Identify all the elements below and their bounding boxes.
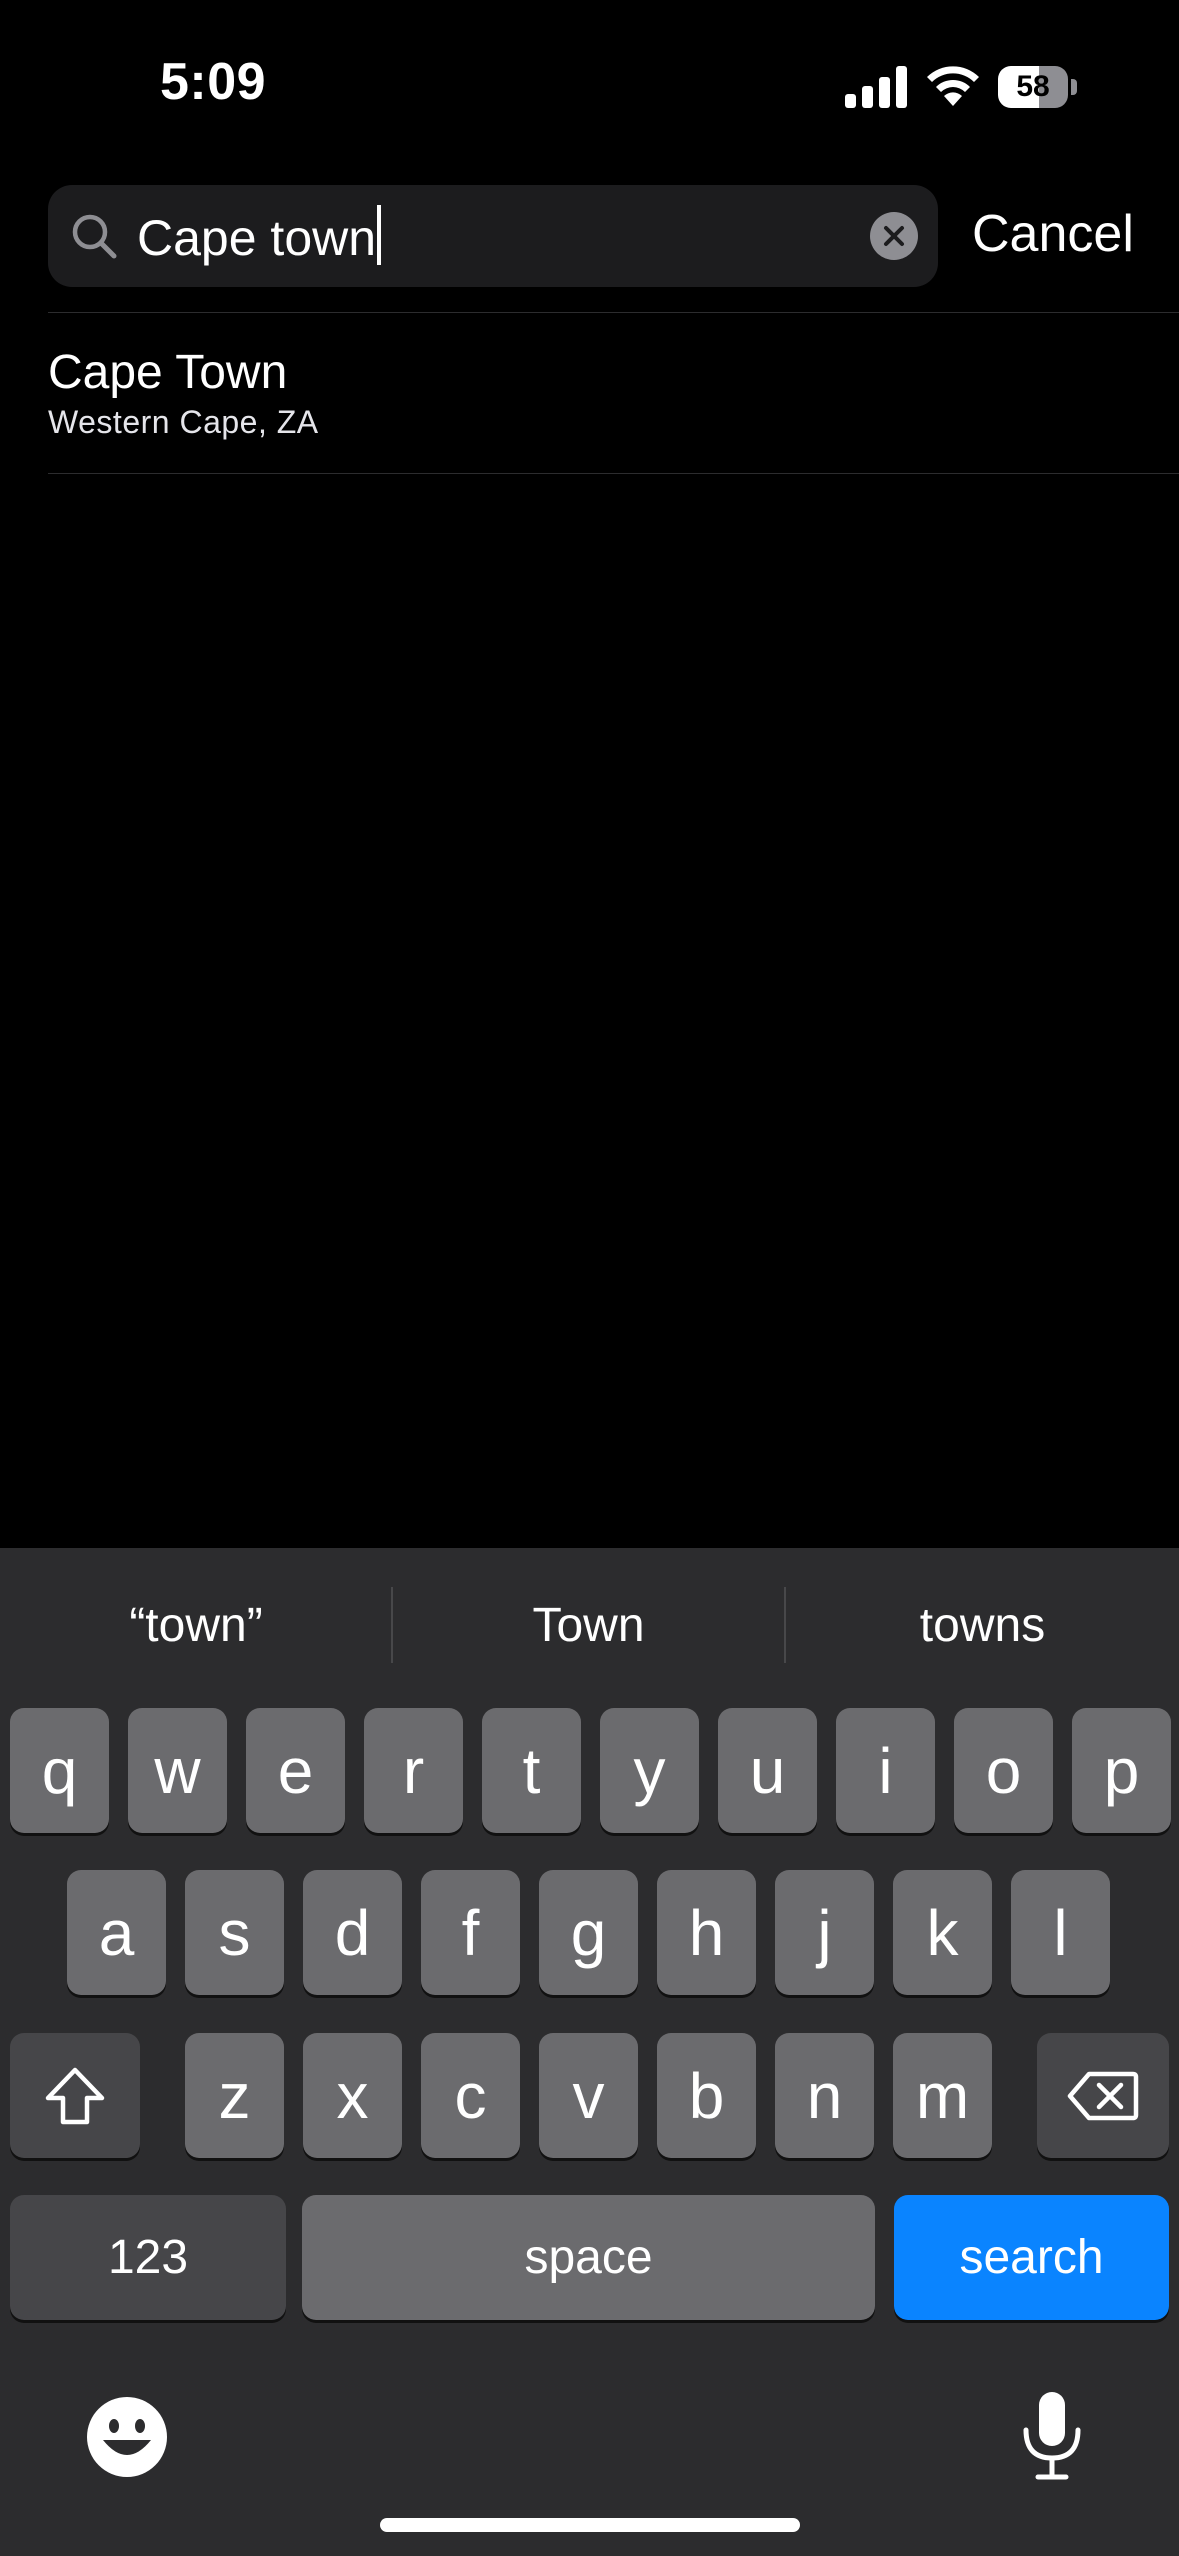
- space-key[interactable]: space: [302, 2195, 875, 2320]
- magnifying-glass-icon: [70, 212, 118, 260]
- shift-arrow-icon: [45, 2067, 105, 2124]
- key-y[interactable]: y: [600, 1708, 699, 1833]
- key-f[interactable]: f: [421, 1870, 520, 1995]
- key-c[interactable]: c: [421, 2033, 520, 2158]
- delete-key[interactable]: [1037, 2033, 1169, 2158]
- key-n[interactable]: n: [775, 2033, 874, 2158]
- prediction-2[interactable]: Town: [393, 1560, 784, 1690]
- text-cursor: [377, 205, 382, 265]
- battery-icon: 58: [998, 66, 1078, 108]
- numbers-key[interactable]: 123: [10, 2195, 286, 2320]
- key-j[interactable]: j: [775, 1870, 874, 1995]
- key-z[interactable]: z: [185, 2033, 284, 2158]
- key-m[interactable]: m: [893, 2033, 992, 2158]
- key-k[interactable]: k: [893, 1870, 992, 1995]
- key-v[interactable]: v: [539, 2033, 638, 2158]
- dictation-key[interactable]: [1018, 2390, 1086, 2482]
- search-query: Cape town: [137, 210, 377, 266]
- result-title: Cape Town: [48, 346, 288, 399]
- prediction-3[interactable]: towns: [786, 1560, 1179, 1690]
- key-a[interactable]: a: [67, 1870, 166, 1995]
- microphone-icon: [1023, 2392, 1081, 2480]
- key-w[interactable]: w: [128, 1708, 227, 1833]
- results-bottom-divider: [48, 473, 1179, 474]
- prediction-1[interactable]: “town”: [0, 1560, 392, 1690]
- key-r[interactable]: r: [364, 1708, 463, 1833]
- key-g[interactable]: g: [539, 1870, 638, 1995]
- key-i[interactable]: i: [836, 1708, 935, 1833]
- key-d[interactable]: d: [303, 1870, 402, 1995]
- result-subtitle: Western Cape, ZA: [48, 404, 319, 440]
- cellular-signal-icon: [845, 66, 907, 108]
- emoji-key[interactable]: [85, 2395, 169, 2479]
- clear-text-button[interactable]: [870, 212, 918, 260]
- battery-level: 58: [1016, 70, 1050, 103]
- delete-backspace-icon: [1067, 2071, 1139, 2120]
- key-p[interactable]: p: [1072, 1708, 1171, 1833]
- key-b[interactable]: b: [657, 2033, 756, 2158]
- wifi-icon: [924, 62, 982, 108]
- key-s[interactable]: s: [185, 1870, 284, 1995]
- key-t[interactable]: t: [482, 1708, 581, 1833]
- search-key[interactable]: search: [894, 2195, 1169, 2320]
- key-q[interactable]: q: [10, 1708, 109, 1833]
- key-e[interactable]: e: [246, 1708, 345, 1833]
- status-time: 5:09: [160, 53, 267, 111]
- smiley-face-icon: [87, 2397, 167, 2477]
- cancel-button[interactable]: Cancel: [972, 202, 1134, 266]
- xmark-icon: [884, 226, 904, 246]
- key-h[interactable]: h: [657, 1870, 756, 1995]
- key-x[interactable]: x: [303, 2033, 402, 2158]
- home-indicator[interactable]: [380, 2518, 800, 2532]
- key-l[interactable]: l: [1011, 1870, 1110, 1995]
- key-u[interactable]: u: [718, 1708, 817, 1833]
- shift-key[interactable]: [10, 2033, 140, 2158]
- key-o[interactable]: o: [954, 1708, 1053, 1833]
- search-input[interactable]: Cape town: [137, 205, 382, 268]
